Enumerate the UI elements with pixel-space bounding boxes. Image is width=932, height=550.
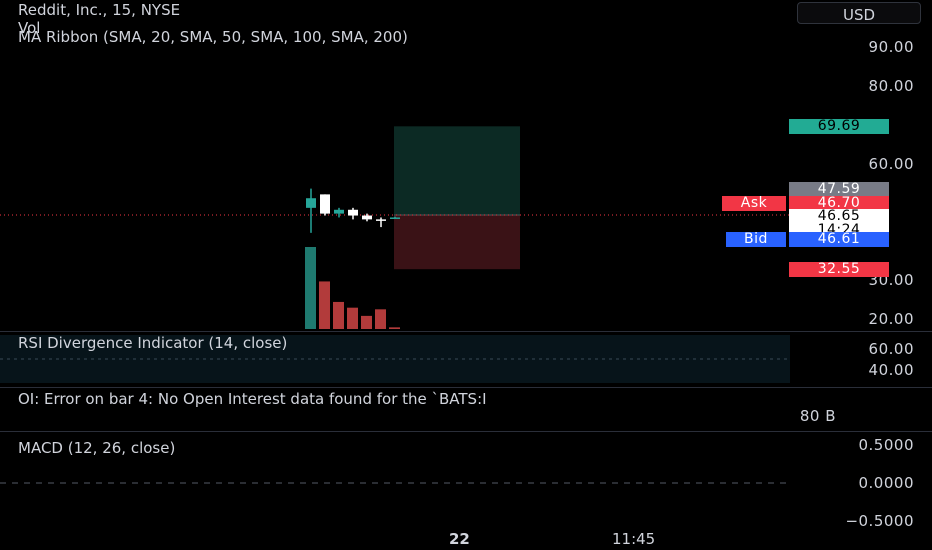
price-tick: 60.00	[868, 155, 914, 173]
volume-bar	[319, 281, 330, 329]
candle-body	[334, 209, 344, 214]
stop-price-tag: 32.55	[789, 262, 889, 277]
rsi-tick: 40.00	[868, 361, 914, 379]
currency-button[interactable]: USD	[797, 2, 921, 24]
volume-bar	[375, 309, 386, 329]
price-tick: 20.00	[868, 310, 914, 328]
oi-error-legend[interactable]: OI: Error on bar 4: No Open Interest dat…	[18, 390, 487, 408]
candle-body	[376, 219, 386, 221]
volume-bar	[389, 327, 400, 329]
symbol-title: Reddit, Inc., 15, NYSE	[18, 1, 181, 19]
last-price: 46.65	[817, 208, 861, 224]
bid-price-tag: 46.61	[789, 232, 889, 247]
macd-tick: −0.5000	[845, 512, 914, 530]
pane-separator[interactable]	[0, 387, 932, 388]
volume-bar	[305, 247, 316, 329]
time-tick: 11:45	[612, 530, 656, 548]
volume-bar	[333, 301, 344, 329]
rsi-tick: 60.00	[868, 340, 914, 358]
time-tick: 22	[449, 530, 470, 548]
price-chart[interactable]	[0, 0, 790, 330]
macd-pane[interactable]	[0, 431, 790, 531]
stop-zone	[394, 214, 520, 270]
price-tick: 90.00	[868, 38, 914, 56]
volume-bar	[347, 307, 358, 329]
candle-body	[320, 194, 330, 214]
pane-separator[interactable]	[0, 331, 932, 332]
target-price-tag: 69.69	[789, 119, 889, 134]
volume-bar	[361, 315, 372, 329]
price-tick: 80.00	[868, 77, 914, 95]
ask-label-tag: Ask	[722, 196, 786, 211]
macd-tick: 0.5000	[858, 436, 914, 454]
candle-body	[390, 217, 400, 219]
macd-tick: 0.0000	[858, 474, 914, 492]
ma-ribbon-legend[interactable]: MA Ribbon (SMA, 20, SMA, 50, SMA, 100, S…	[18, 28, 408, 46]
bid-label-tag: Bid	[726, 232, 786, 247]
candle-body	[306, 198, 316, 208]
oi-tick: 80 B	[799, 407, 836, 425]
candle-body	[362, 215, 372, 220]
rsi-legend[interactable]: RSI Divergence Indicator (14, close)	[18, 334, 287, 352]
target-zone	[394, 126, 520, 215]
candle-body	[348, 209, 358, 216]
